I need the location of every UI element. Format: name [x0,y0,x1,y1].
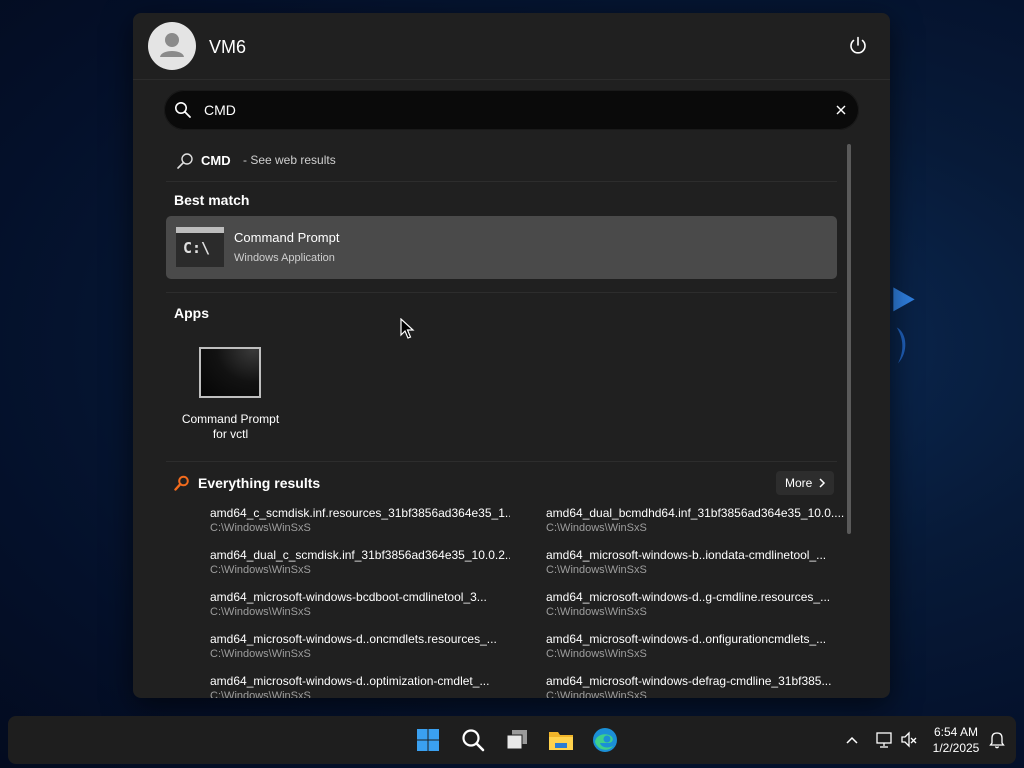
network-icon[interactable] [875,730,893,750]
search-input[interactable]: CMD [164,90,859,130]
list-item[interactable]: amd64_c_scmdisk.inf.resources_31bf3856ad… [210,506,510,540]
list-item[interactable]: amd64_microsoft-windows-bcdboot-cmdlinet… [210,590,510,624]
windows-start-icon[interactable] [414,726,442,754]
apps-heading: Apps [174,305,209,321]
everything-search-icon [174,475,189,491]
start-menu-panel: VM6 CMD CMD - See web results Best match… [133,13,890,698]
best-match-command-prompt[interactable]: C:\ Command Prompt Windows Application [166,216,837,279]
user-name[interactable]: VM6 [209,37,246,58]
web-search-suffix: - See web results [243,153,336,167]
command-prompt-thumbnail-icon [199,347,261,398]
divider [166,292,837,293]
best-match-type: Windows Application [234,252,335,264]
list-item[interactable]: amd64_microsoft-windows-d..optimization-… [210,674,510,698]
taskbar-clock[interactable]: 6:54 AM 1/2/2025 [926,724,986,756]
app-command-prompt-for-vctl[interactable]: Command Prompt for vctl [174,346,287,451]
search-query-text[interactable]: CMD [204,102,236,118]
edge-browser-icon[interactable] [591,726,619,754]
file-explorer-icon[interactable] [547,726,575,754]
list-item[interactable]: amd64_dual_c_scmdisk.inf_31bf3856ad364e3… [210,548,510,582]
list-item[interactable]: amd64_microsoft-windows-defrag-cmdline_3… [546,674,846,698]
taskbar: 6:54 AM 1/2/2025 [8,716,1016,764]
start-menu-header: VM6 [133,13,890,80]
power-icon[interactable] [847,35,869,57]
chevron-right-icon [819,478,826,488]
notification-bell-icon[interactable] [988,730,1006,750]
close-icon[interactable] [832,101,850,119]
more-button[interactable]: More [776,471,834,495]
search-icon[interactable] [459,726,487,754]
search-icon [175,102,191,118]
volume-muted-icon[interactable] [900,730,918,750]
task-view-icon[interactable] [503,726,531,754]
user-avatar[interactable] [148,22,196,70]
divider [166,461,837,462]
chevron-up-icon[interactable] [845,730,859,750]
list-item[interactable]: amd64_microsoft-windows-d..onfigurationc… [546,632,846,666]
list-item[interactable]: amd64_dual_bcmdhd64.inf_31bf3856ad364e35… [546,506,846,540]
web-search-term: CMD [201,153,231,168]
list-item[interactable]: amd64_microsoft-windows-d..g-cmdline.res… [546,590,846,624]
search-icon [177,153,193,169]
list-item[interactable]: amd64_microsoft-windows-d..oncmdlets.res… [210,632,510,666]
list-item[interactable]: amd64_microsoft-windows-b..iondata-cmdli… [546,548,846,582]
mouse-pointer-icon [400,318,415,339]
command-prompt-icon: C:\ [176,227,224,267]
app-tile-label: Command Prompt for vctl [181,412,280,441]
user-silhouette-icon [160,33,184,57]
best-match-heading: Best match [174,192,250,208]
divider [166,181,837,182]
best-match-name: Command Prompt [234,230,340,245]
results-scrollbar[interactable] [847,144,851,534]
